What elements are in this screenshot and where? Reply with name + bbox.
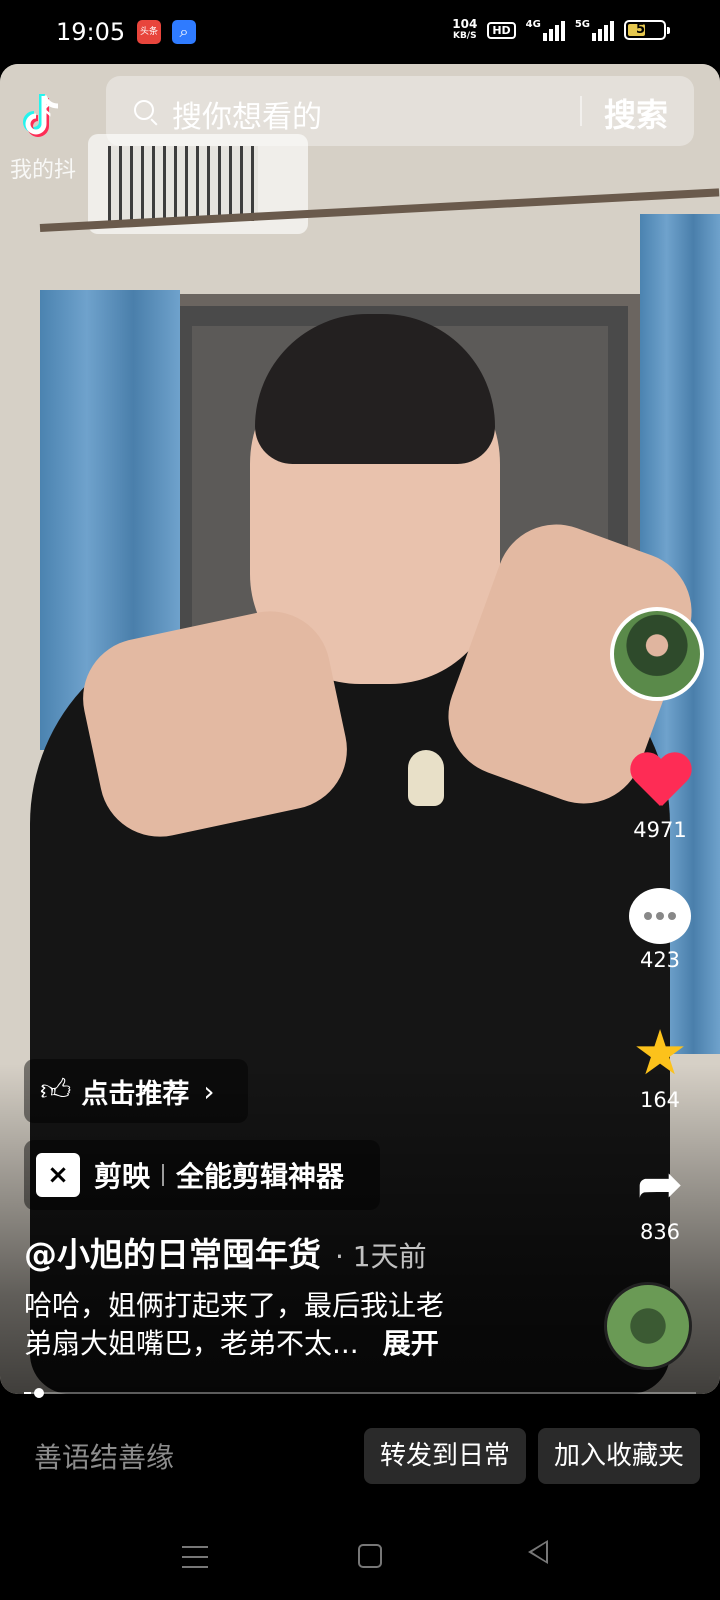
star-icon: ★ — [632, 1016, 688, 1089]
caption-line-2: 弟扇大姐嘴巴，老弟不太... — [24, 1327, 359, 1360]
add-to-favorites-button[interactable]: 加入收藏夹 — [538, 1428, 700, 1484]
toutiao-app-icon: 头条 — [137, 20, 161, 44]
capcut-logo-icon: ⨯ — [36, 1153, 80, 1197]
share-arrow-icon: ➦ — [636, 1152, 684, 1217]
menu-icon[interactable] — [182, 1546, 208, 1568]
comment-button[interactable]: 423 — [620, 888, 700, 972]
comment-bubble-icon — [629, 888, 691, 944]
search-divider — [580, 96, 582, 126]
comment-input[interactable]: 善语结善缘 — [34, 1436, 174, 1476]
status-bar: 19:05 头条 ⌕ 104 KB/S HD 4G 5G 50 — [0, 0, 720, 64]
progress-fill — [24, 1392, 31, 1394]
capcut-divider — [162, 1164, 165, 1186]
share-button[interactable]: ➦ 836 — [620, 1152, 700, 1245]
share-count: 836 — [639, 1220, 681, 1244]
author-name[interactable]: @小旭的日常囤年货 — [24, 1228, 321, 1276]
signal-5g-icon: 5G — [575, 19, 614, 41]
search-input[interactable]: 搜你想看的 — [172, 92, 322, 136]
caption-line-1: 哈哈，姐俩打起来了，最后我让老 — [24, 1289, 445, 1322]
search-app-icon: ⌕ — [172, 20, 196, 44]
post-time: · 1天前 — [335, 1240, 427, 1273]
comment-count: 423 — [639, 948, 681, 972]
like-button[interactable]: 4971 — [620, 754, 700, 842]
capcut-slogan: 全能剪辑神器 — [176, 1160, 345, 1193]
search-icon — [134, 100, 154, 120]
capcut-anchor[interactable]: ⨯ 剪映 全能剪辑神器 — [24, 1140, 380, 1210]
repost-to-daily-button[interactable]: 转发到日常 — [364, 1428, 526, 1484]
author-avatar[interactable] — [610, 607, 704, 701]
search-bar[interactable]: 搜你想看的 搜索 — [106, 76, 694, 146]
like-count: 4971 — [633, 818, 687, 842]
battery-icon: 50 — [624, 20, 670, 40]
search-button[interactable]: 搜索 — [604, 90, 668, 136]
capcut-name: 剪映 — [94, 1160, 151, 1193]
chevron-right-icon: › — [203, 1074, 215, 1108]
back-triangle-icon[interactable] — [528, 1540, 548, 1564]
author-line: @小旭的日常囤年货 · 1天前 — [24, 1228, 427, 1276]
video-caption[interactable]: 哈哈，姐俩打起来了，最后我让老 弟扇大姐嘴巴，老弟不太... 展开 — [24, 1287, 544, 1363]
thumbs-up-icon: 👍︎ — [40, 1073, 72, 1108]
recommend-label: 点击推荐 — [81, 1078, 190, 1110]
back-button[interactable]: ‹ — [40, 88, 54, 128]
network-speed: 104 KB/S — [452, 17, 478, 41]
system-nav-bar — [0, 1520, 720, 1600]
recommend-button[interactable]: 👍︎ 点击推荐 › — [24, 1059, 248, 1123]
favorite-button[interactable]: ★ 164 — [620, 1016, 700, 1113]
signal-4g-icon: 4G — [526, 19, 565, 41]
favorite-count: 164 — [639, 1088, 681, 1112]
scene-shirt-logo — [408, 750, 444, 806]
expand-link[interactable]: 展开 — [383, 1327, 439, 1360]
status-indicators: 104 KB/S HD 4G 5G 50 — [452, 17, 670, 42]
video-progress-bar[interactable] — [24, 1388, 696, 1398]
status-time: 19:05 — [56, 18, 126, 46]
hd-icon: HD — [487, 21, 516, 39]
home-icon[interactable] — [358, 1544, 382, 1568]
progress-knob[interactable] — [33, 1388, 44, 1398]
heart-icon — [628, 754, 692, 814]
battery-level: 50 — [635, 22, 655, 37]
my-tiktok-label[interactable]: 我的抖 — [10, 152, 76, 184]
music-disc-avatar[interactable] — [604, 1282, 692, 1370]
